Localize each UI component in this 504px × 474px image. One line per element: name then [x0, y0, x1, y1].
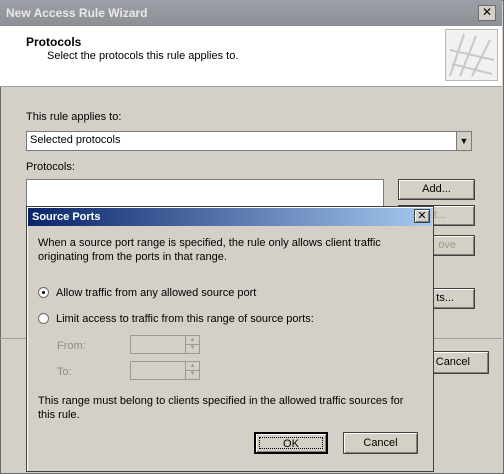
dialog-description-line-1: When a source port range is specified, t… [38, 237, 381, 249]
add-button[interactable]: Add... [398, 179, 475, 200]
to-stepper-buttons[interactable]: ▲ ▼ [185, 362, 199, 379]
chevron-down-icon[interactable]: ▼ [456, 132, 471, 150]
from-stepper-buttons[interactable]: ▲ ▼ [185, 336, 199, 353]
radio-selected-dot [42, 291, 45, 294]
dialog-description-line-2: originating from the ports in that range… [38, 251, 227, 263]
page-subtitle: Select the protocols this rule applies t… [47, 50, 239, 62]
to-port-stepper[interactable]: ▲ ▼ [130, 361, 200, 380]
cancel-button[interactable]: Cancel [343, 432, 418, 454]
radio-any-port[interactable] [38, 287, 49, 298]
radio-limit-range-label[interactable]: Limit access to traffic from this range … [56, 313, 314, 325]
wizard-close-icon[interactable]: ✕ [478, 5, 496, 21]
radio-any-port-label[interactable]: Allow traffic from any allowed source po… [56, 287, 256, 299]
dialog-title-bar: Source Ports [28, 208, 432, 226]
from-label: From: [57, 340, 86, 352]
dialog-note-line-2: this rule. [38, 409, 80, 421]
radio-limit-range[interactable] [38, 313, 49, 324]
to-label: To: [57, 366, 72, 378]
applies-to-label: This rule applies to: [26, 111, 122, 123]
wizard-header-art-icon [445, 29, 498, 81]
focus-indicator [259, 437, 323, 449]
chevron-down-icon[interactable]: ▼ [186, 370, 199, 378]
chevron-down-icon[interactable]: ▼ [186, 344, 199, 352]
ok-button[interactable]: OK [254, 432, 328, 454]
applies-to-value: Selected protocols [30, 134, 121, 146]
dialog-note-line-1: This range must belong to clients specif… [38, 395, 404, 407]
wizard-title-bar: New Access Rule Wizard [0, 0, 502, 26]
from-port-stepper[interactable]: ▲ ▼ [130, 335, 200, 354]
page-title: Protocols [26, 35, 82, 49]
protocols-label: Protocols: [26, 161, 75, 173]
dialog-close-icon[interactable]: ✕ [414, 209, 430, 223]
